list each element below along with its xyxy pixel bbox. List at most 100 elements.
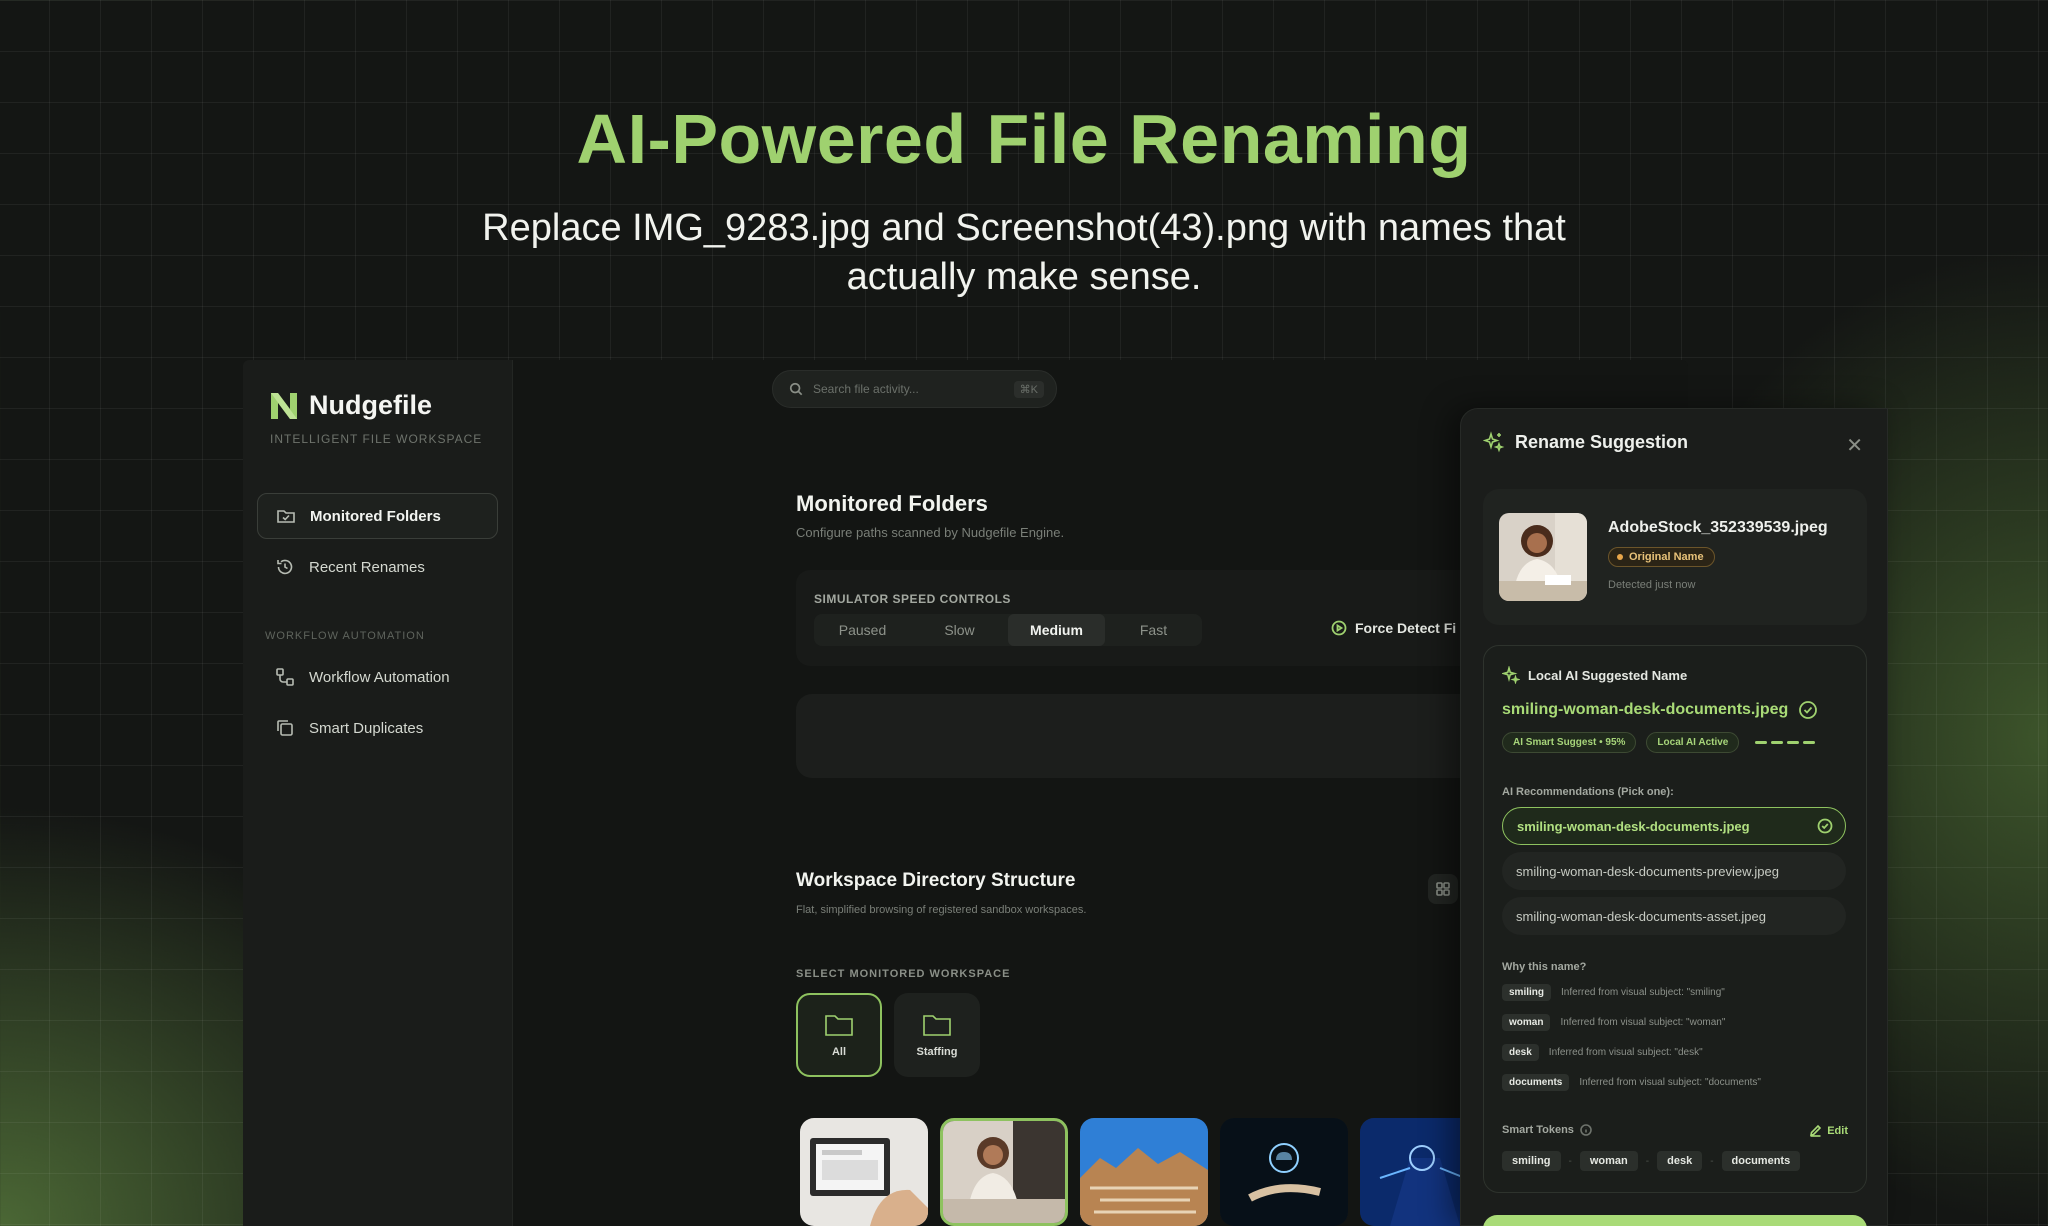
reason-token: smiling — [1502, 984, 1552, 1001]
recommendation-text: smiling-woman-desk-documents-preview.jpe… — [1516, 863, 1779, 879]
sidebar-item-workflow-automation[interactable]: Workflow Automation — [257, 654, 498, 700]
workspace-button-label: All — [831, 1046, 847, 1058]
speed-medium[interactable]: Medium — [1008, 614, 1105, 646]
recommendation-option-2[interactable]: smiling-woman-desk-documents-preview.jpe… — [1502, 852, 1846, 890]
recommendation-text: smiling-woman-desk-documents-asset.jpeg — [1516, 908, 1766, 924]
token-chip[interactable]: desk — [1657, 1151, 1703, 1171]
grid-view-button[interactable] — [1428, 874, 1458, 904]
workspace-subtitle: Flat, simplified browsing of registered … — [796, 904, 1087, 916]
recommendations-label: AI Recommendations (Pick one): — [1502, 786, 1674, 798]
rename-suggestion-panel: Rename Suggestion ✕ AdobeStock_352339539… — [1460, 408, 1888, 1226]
nudgefile-logo-icon — [271, 392, 297, 419]
search-input[interactable]: Search file activity... — [813, 382, 919, 396]
panel-header: Rename Suggestion — [1483, 431, 1688, 453]
reason-text: Inferred from visual subject: "documents… — [1579, 1077, 1761, 1088]
brand[interactable]: Nudgefile — [269, 390, 432, 421]
reason-text: Inferred from visual subject: "smiling" — [1561, 987, 1725, 998]
speed-controls: SIMULATOR SPEED CONTROLS Paused Slow Med… — [796, 570, 1516, 666]
confidence-chip: AI Smart Suggest • 95% — [1502, 732, 1637, 753]
suggestion-chips: AI Smart Suggest • 95% Local AI Active — [1502, 732, 1816, 753]
sidebar-item-label: Workflow Automation — [309, 668, 450, 686]
folder-icon — [923, 1015, 951, 1036]
close-icon[interactable]: ✕ — [1846, 433, 1863, 458]
hero-subtitle: Replace IMG_9283.jpg and Screenshot(43).… — [0, 204, 2048, 302]
thumbnail-city[interactable] — [1080, 1118, 1208, 1226]
smart-tokens-text: Smart Tokens — [1502, 1124, 1574, 1136]
folder-icon — [825, 1015, 853, 1036]
workflow-icon — [276, 668, 294, 686]
original-name-badge: Original Name — [1608, 547, 1715, 567]
badge-label: Original Name — [1629, 551, 1704, 563]
token-chip[interactable]: documents — [1721, 1151, 1801, 1171]
hero-subtitle-line1: Replace IMG_9283.jpg and Screenshot(43).… — [482, 207, 1566, 249]
reason-row: smiling Inferred from visual subject: "sm… — [1502, 984, 1725, 1001]
reason-token: documents — [1502, 1074, 1570, 1091]
sidebar-item-label: Smart Duplicates — [309, 719, 424, 737]
workspace-staffing-button[interactable]: Staffing — [894, 993, 980, 1077]
sidebar: Nudgefile INTELLIGENT FILE WORKSPACE Mon… — [243, 360, 513, 1226]
force-detect-label: Force Detect Fi — [1355, 620, 1457, 636]
recommendation-text: smiling-woman-desk-documents.jpeg — [1517, 818, 1750, 834]
recommendation-option-3[interactable]: smiling-woman-desk-documents-asset.jpeg — [1502, 897, 1846, 935]
reason-row: desk Inferred from visual subject: "desk" — [1502, 1044, 1703, 1061]
speed-slow[interactable]: Slow — [911, 614, 1008, 646]
recommendation-option-1[interactable]: smiling-woman-desk-documents.jpeg — [1502, 807, 1846, 845]
sidebar-item-recent-renames[interactable]: Recent Renames — [257, 544, 498, 590]
speed-tabs: Paused Slow Medium Fast — [814, 614, 1202, 646]
force-detect-button[interactable]: Force Detect Fi — [1331, 620, 1456, 636]
suggested-header: Local AI Suggested Name — [1502, 666, 1687, 684]
edit-tokens-button[interactable]: Edit — [1809, 1124, 1848, 1137]
suggested-name[interactable]: smiling-woman-desk-documents.jpeg — [1502, 700, 1818, 720]
search-bar[interactable]: Search file activity... ⌘K — [772, 370, 1057, 408]
reason-token: woman — [1502, 1014, 1551, 1031]
brand-subtitle: INTELLIGENT FILE WORKSPACE — [270, 432, 483, 446]
reason-row: woman Inferred from visual subject: "woma… — [1502, 1014, 1725, 1031]
workspace-button-label: Staffing — [916, 1046, 958, 1058]
thumbnail-laptop[interactable] — [800, 1118, 928, 1226]
why-label: Why this name? — [1502, 961, 1587, 973]
token-chip[interactable]: smiling — [1502, 1151, 1561, 1171]
local-ai-chip: Local AI Active — [1646, 732, 1740, 753]
thumbnail-woman-desk[interactable] — [940, 1118, 1068, 1226]
token-chip[interactable]: woman — [1579, 1151, 1638, 1171]
hero: AI-Powered File Renaming Replace IMG_928… — [0, 96, 2048, 302]
original-thumbnail — [1499, 513, 1587, 601]
reason-text: Inferred from visual subject: "woman" — [1560, 1017, 1726, 1028]
check-circle-icon — [1799, 701, 1818, 719]
activity-placeholder — [796, 694, 1516, 778]
monitored-subtitle: Configure paths scanned by Nudgefile Eng… — [796, 525, 1065, 540]
info-icon[interactable] — [1580, 1124, 1592, 1136]
play-circle-icon — [1331, 620, 1347, 636]
sidebar-item-label: Monitored Folders — [310, 507, 441, 525]
sidebar-item-monitored-folders[interactable]: Monitored Folders — [257, 493, 498, 539]
sparkles-icon — [1483, 431, 1505, 453]
sparkles-icon — [1502, 666, 1520, 684]
token-separator: - — [1568, 1155, 1572, 1167]
copy-icon — [277, 720, 293, 736]
workspace-select-label: SELECT MONITORED WORKSPACE — [796, 968, 1011, 980]
sidebar-section-label: WORKFLOW AUTOMATION — [265, 630, 425, 642]
smart-tokens: smiling - woman - desk - documents — [1502, 1151, 1801, 1171]
original-file-card: AdobeStock_352339539.jpeg Original Name … — [1483, 489, 1867, 625]
token-separator: - — [1645, 1155, 1650, 1167]
sidebar-item-smart-duplicates[interactable]: Smart Duplicates — [257, 705, 498, 751]
panel-title: Rename Suggestion — [1515, 431, 1689, 452]
history-icon — [277, 559, 293, 575]
hero-subtitle-line2: actually make sense. — [846, 256, 1202, 298]
reason-token: desk — [1502, 1044, 1539, 1061]
apply-button[interactable] — [1483, 1215, 1867, 1226]
thumbnail-strip — [800, 1118, 1488, 1226]
thumbnail-cloud-tech[interactable] — [1220, 1118, 1348, 1226]
suggested-header-label: Local AI Suggested Name — [1528, 667, 1688, 683]
speed-fast[interactable]: Fast — [1105, 614, 1202, 646]
suggested-name-text: smiling-woman-desk-documents.jpeg — [1502, 701, 1789, 718]
monitored-title: Monitored Folders — [796, 491, 988, 516]
workspace-all-button[interactable]: All — [796, 993, 882, 1077]
search-shortcut: ⌘K — [1013, 380, 1044, 398]
grid-icon — [1436, 882, 1450, 896]
sidebar-item-label: Recent Renames — [309, 558, 425, 576]
status-dot — [1617, 554, 1623, 560]
speed-paused[interactable]: Paused — [814, 614, 911, 646]
reason-text: Inferred from visual subject: "desk" — [1548, 1047, 1703, 1058]
search-icon — [789, 382, 803, 396]
